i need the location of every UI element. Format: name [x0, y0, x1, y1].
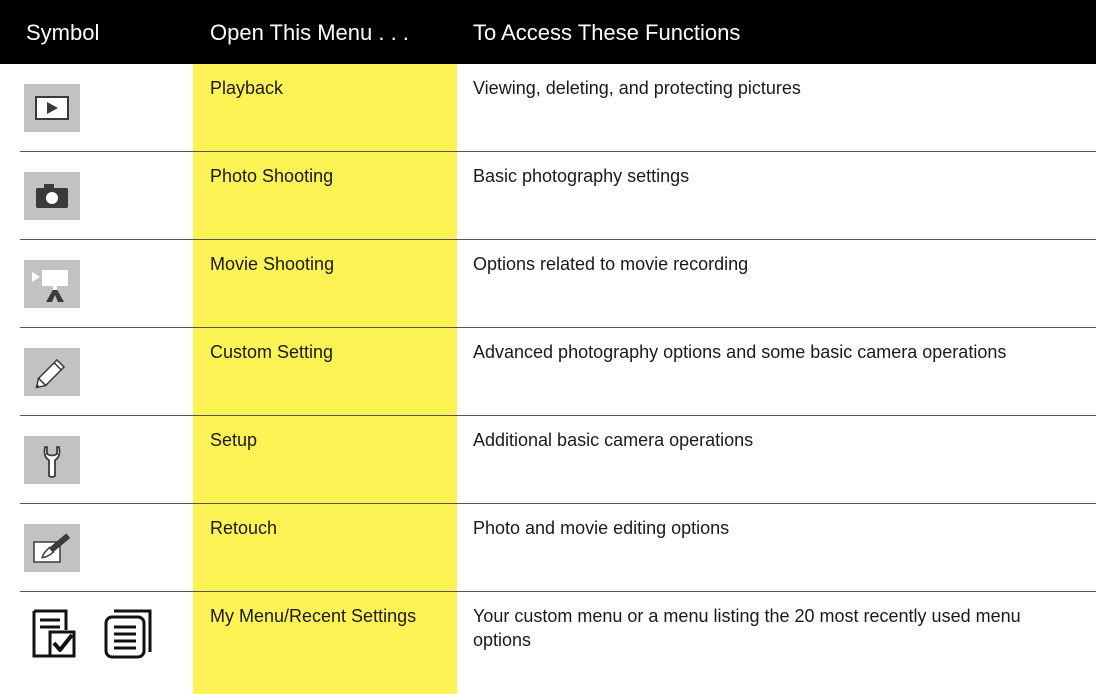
- menu-functions: Basic photography settings: [473, 166, 690, 186]
- playback-icon: [24, 84, 80, 132]
- camera-icon: [24, 172, 80, 220]
- recent-settings-icon: [104, 609, 152, 659]
- menu-functions: Photo and movie editing options: [473, 518, 730, 538]
- menu-functions: Your custom menu or a menu listing the 2…: [473, 606, 1021, 650]
- retouch-brush-icon: [24, 524, 80, 572]
- table-header: Symbol Open This Menu . . . To Access Th…: [0, 0, 1096, 64]
- header-symbol: Symbol: [26, 20, 100, 45]
- header-functions: To Access These Functions: [473, 20, 741, 45]
- menu-reference-table: Symbol Open This Menu . . . To Access Th…: [0, 0, 1096, 694]
- table-row: Retouch Photo and movie editing options: [0, 504, 1096, 592]
- menu-name: Playback: [210, 78, 284, 98]
- header-menu: Open This Menu . . .: [210, 20, 409, 45]
- menu-name: Photo Shooting: [210, 166, 334, 186]
- menu-name: Custom Setting: [210, 342, 334, 362]
- table-row: Photo Shooting Basic photography setting…: [0, 152, 1096, 240]
- menu-functions: Viewing, deleting, and protecting pictur…: [473, 78, 801, 98]
- table-row: Movie Shooting Options related to movie …: [0, 240, 1096, 328]
- menu-name: Setup: [210, 430, 258, 450]
- menu-functions: Options related to movie recording: [473, 254, 749, 274]
- movie-camera-icon: [24, 260, 80, 308]
- menu-name: My Menu/Recent Settings: [210, 606, 417, 626]
- table-row: Playback Viewing, deleting, and protecti…: [0, 64, 1096, 152]
- wrench-icon: [24, 436, 80, 484]
- pencil-icon: [24, 348, 80, 396]
- table-row: Setup Additional basic camera operations: [0, 416, 1096, 504]
- table-row: Custom Setting Advanced photography opti…: [0, 328, 1096, 416]
- menu-name: Retouch: [210, 518, 278, 538]
- menu-functions: Additional basic camera operations: [473, 430, 754, 450]
- menu-name: Movie Shooting: [210, 254, 335, 274]
- table-row: My Menu/Recent Settings Your custom menu…: [0, 592, 1096, 694]
- menu-functions: Advanced photography options and some ba…: [473, 342, 1007, 362]
- my-menu-icon: [32, 609, 76, 658]
